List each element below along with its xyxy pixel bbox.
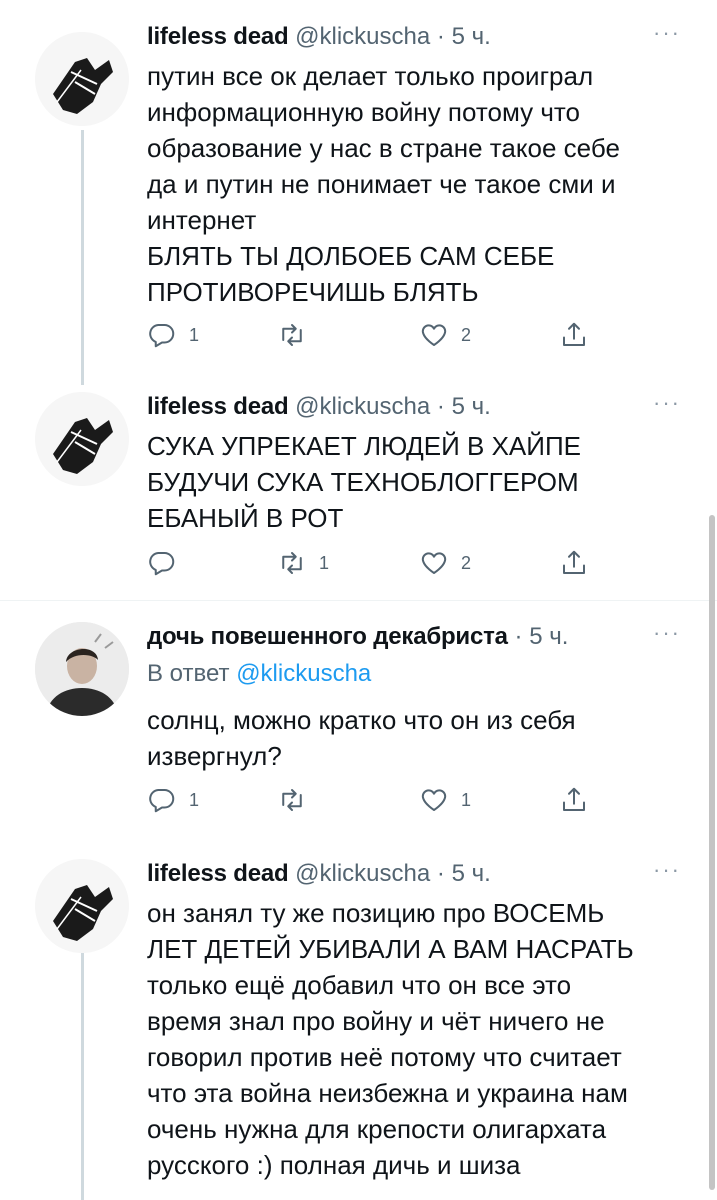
share-icon bbox=[563, 322, 585, 346]
more-options-icon[interactable]: ··· bbox=[653, 392, 681, 414]
tweet-actions: 1 2 bbox=[147, 317, 607, 353]
tweet-text-line: ПРОТИВОРЕЧИШЬ БЛЯТЬ bbox=[147, 277, 479, 307]
tweet-text-line: время знал про войну и чёт ничего не bbox=[147, 1006, 605, 1036]
heart-icon bbox=[421, 552, 447, 574]
twitter-thread-screen: { "tweets": [ { "name": "lifeless dead",… bbox=[0, 0, 717, 1200]
tweet-text-line: русского :) полная дичь и шиза bbox=[147, 1150, 521, 1180]
retweet-icon bbox=[282, 789, 302, 811]
avatar-image bbox=[35, 32, 129, 126]
tweet-header: дочь повешенного декабриста · 5 ч. bbox=[147, 620, 568, 654]
user-handle[interactable]: @klickuscha bbox=[295, 23, 430, 50]
avatar-image bbox=[35, 859, 129, 953]
tweet-text-line: да и путин не понимает че такое сми и bbox=[147, 169, 616, 199]
reply-button[interactable]: 1 bbox=[147, 317, 199, 353]
tweet-text-line: СУКА УПРЕКАЕТ ЛЮДЕЙ В ХАЙПЕ bbox=[147, 431, 581, 461]
timestamp[interactable]: 5 ч. bbox=[529, 623, 568, 650]
retweet-button[interactable] bbox=[277, 782, 319, 818]
tweet-text-line: интернет bbox=[147, 205, 257, 235]
tweet-text-line: он занял ту же позицию про ВОСЕМЬ bbox=[147, 898, 605, 928]
tweet-text-line: только ещё добавил что он все это bbox=[147, 970, 572, 1000]
retweet-button[interactable] bbox=[277, 317, 319, 353]
reply-icon bbox=[149, 789, 175, 813]
avatar[interactable] bbox=[35, 859, 129, 953]
retweet-count: 1 bbox=[319, 552, 330, 573]
more-options-icon[interactable]: ··· bbox=[653, 22, 681, 44]
tweet-text: он занял ту же позицию про ВОСЕМЬ ЛЕТ ДЕ… bbox=[147, 895, 692, 1183]
replying-to: В ответ @klickuscha bbox=[147, 658, 371, 690]
tweet-text-line: ЛЕТ ДЕТЕЙ УБИВАЛИ А ВАМ НАСРАТЬ bbox=[147, 934, 634, 964]
mention-link[interactable]: @klickuscha bbox=[236, 660, 371, 687]
tweet-actions: 1 1 bbox=[147, 782, 607, 818]
tweet-text-line: образование у нас в стране такое себе bbox=[147, 133, 620, 163]
tweet[interactable]: lifeless dead @klickuscha · 5 ч. ··· СУК… bbox=[0, 390, 717, 595]
share-icon bbox=[563, 550, 585, 574]
share-icon bbox=[563, 787, 585, 811]
like-button[interactable]: 2 bbox=[419, 317, 471, 353]
scrollbar[interactable] bbox=[709, 515, 715, 1190]
avatar[interactable] bbox=[35, 392, 129, 486]
share-button[interactable] bbox=[559, 317, 589, 353]
retweet-icon bbox=[282, 324, 302, 346]
separator: · bbox=[436, 860, 445, 887]
like-button[interactable]: 2 bbox=[419, 545, 471, 581]
separator: · bbox=[514, 623, 523, 650]
tweet-divider bbox=[0, 600, 717, 601]
tweet-text-line: очень нужна для крепости олигархата bbox=[147, 1114, 607, 1144]
like-button[interactable]: 1 bbox=[419, 782, 471, 818]
timestamp[interactable]: 5 ч. bbox=[452, 393, 491, 420]
tweet-text-line: ЕБАНЫЙ В РОТ bbox=[147, 503, 344, 533]
avatar[interactable] bbox=[35, 32, 129, 126]
heart-icon bbox=[421, 789, 447, 811]
user-handle[interactable]: @klickuscha bbox=[295, 860, 430, 887]
tweet-text: СУКА УПРЕКАЕТ ЛЮДЕЙ В ХАЙПЕ БУДУЧИ СУКА … bbox=[147, 428, 692, 536]
tweet-text-line: говорил против неё потому что считает bbox=[147, 1042, 622, 1072]
avatar[interactable] bbox=[35, 622, 129, 716]
share-button[interactable] bbox=[559, 545, 589, 581]
separator: · bbox=[436, 23, 445, 50]
separator: · bbox=[436, 393, 445, 420]
reply-button[interactable]: 1 bbox=[147, 782, 199, 818]
tweet-text-line: солнц, можно кратко что он из себя bbox=[147, 705, 576, 735]
more-options-icon[interactable]: ··· bbox=[653, 859, 681, 881]
tweet[interactable]: lifeless dead @klickuscha · 5 ч. ··· он … bbox=[0, 857, 717, 1200]
retweet-icon bbox=[282, 552, 302, 574]
display-name[interactable]: lifeless dead bbox=[147, 393, 289, 420]
tweet-text-line: извергнул? bbox=[147, 741, 282, 771]
tweet-text-line: БУДУЧИ СУКА ТЕХНОБЛОГГЕРОМ bbox=[147, 467, 579, 497]
display-name[interactable]: lifeless dead bbox=[147, 23, 289, 50]
like-count: 2 bbox=[461, 324, 472, 345]
reply-count: 1 bbox=[189, 789, 200, 810]
timestamp[interactable]: 5 ч. bbox=[452, 23, 491, 50]
tweet-header: lifeless dead @klickuscha · 5 ч. bbox=[147, 20, 491, 54]
share-button[interactable] bbox=[559, 782, 589, 818]
heart-icon bbox=[421, 324, 447, 346]
reply-button[interactable] bbox=[147, 545, 189, 581]
reply-icon bbox=[149, 324, 175, 348]
tweet-text: солнц, можно кратко что он из себя извер… bbox=[147, 702, 692, 774]
tweet-actions: 1 2 bbox=[147, 545, 607, 581]
tweet[interactable]: дочь повешенного декабриста · 5 ч. ··· В… bbox=[0, 620, 717, 825]
tweet-text-line: путин все ок делает только проиграл bbox=[147, 61, 594, 91]
tweet-header: lifeless dead @klickuscha · 5 ч. bbox=[147, 390, 491, 424]
tweet-text-line: БЛЯТЬ ТЫ ДОЛБОЕБ САМ СЕБЕ bbox=[147, 241, 555, 271]
display-name[interactable]: lifeless dead bbox=[147, 860, 289, 887]
tweet[interactable]: lifeless dead @klickuscha · 5 ч. ··· пут… bbox=[0, 20, 717, 370]
avatar-image bbox=[35, 392, 129, 486]
more-options-icon[interactable]: ··· bbox=[653, 622, 681, 644]
tweet-header: lifeless dead @klickuscha · 5 ч. bbox=[147, 857, 491, 891]
reply-count: 1 bbox=[189, 324, 200, 345]
reply-icon bbox=[149, 552, 175, 576]
display-name[interactable]: дочь повешенного декабриста bbox=[147, 623, 508, 650]
tweet-text-line: информационную войну потому что bbox=[147, 97, 580, 127]
tweet-text: путин все ок делает только проиграл инфо… bbox=[147, 58, 692, 310]
timestamp[interactable]: 5 ч. bbox=[452, 860, 491, 887]
like-count: 2 bbox=[461, 552, 472, 573]
avatar-image bbox=[35, 622, 129, 716]
like-count: 1 bbox=[461, 789, 472, 810]
retweet-button[interactable]: 1 bbox=[277, 545, 329, 581]
replying-to-label: В ответ bbox=[147, 660, 230, 687]
tweet-text-line: что эта война неизбежна и украина нам bbox=[147, 1078, 628, 1108]
user-handle[interactable]: @klickuscha bbox=[295, 393, 430, 420]
